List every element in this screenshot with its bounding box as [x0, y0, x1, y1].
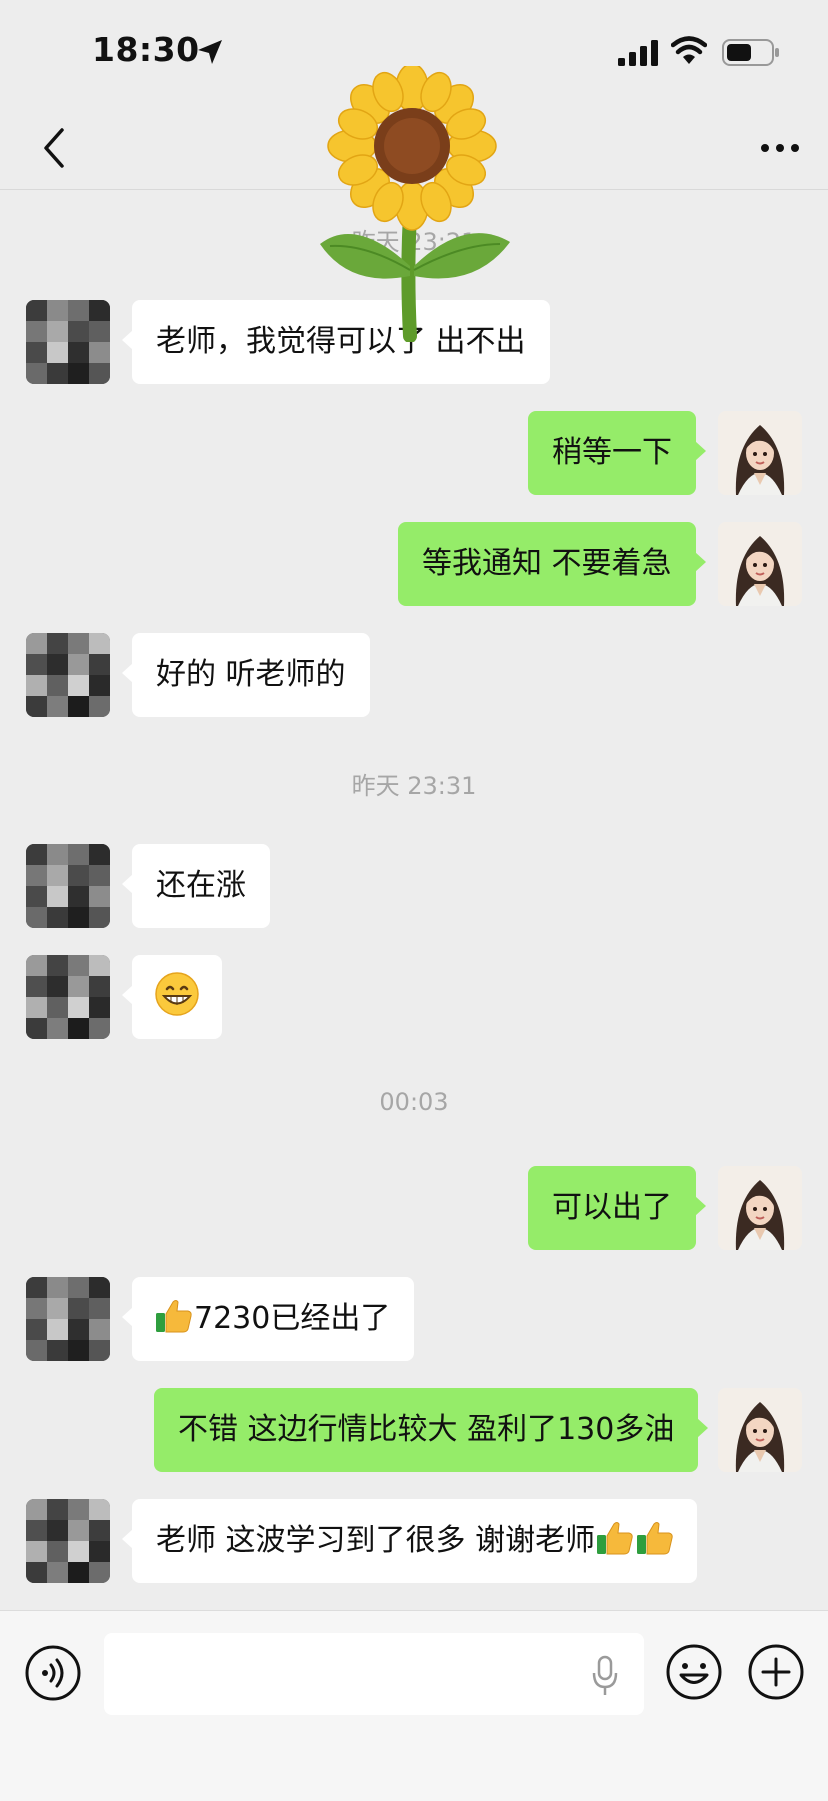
plus-icon[interactable] [746, 1642, 806, 1702]
user-avatar[interactable] [718, 1388, 802, 1472]
message-text: 不错 这边行情比较大 盈利了130多油 [178, 1412, 675, 1447]
sunflower-sticker [320, 66, 510, 342]
user-avatar[interactable] [718, 1166, 802, 1250]
back-chevron-icon[interactable] [36, 124, 72, 172]
voice-icon[interactable] [24, 1644, 82, 1702]
contact-avatar[interactable] [26, 1499, 110, 1583]
battery-icon [722, 39, 779, 66]
contact-avatar[interactable] [26, 955, 110, 1039]
emoji-icon[interactable] [664, 1642, 724, 1702]
microphone-icon[interactable] [590, 1655, 620, 1697]
location-arrow-icon [198, 40, 222, 64]
message-text: 稍等一下 [552, 435, 672, 470]
user-avatar[interactable] [718, 411, 802, 495]
input-bar [0, 1610, 828, 1801]
thumbs-up-icon [154, 1296, 194, 1336]
outgoing-message-bubble[interactable]: 等我通知 不要着急 [398, 522, 706, 606]
incoming-message-bubble[interactable]: 老师 这波学习到了很多 谢谢老师 [121, 1499, 698, 1583]
message-text: 7230已经出了 [194, 1301, 391, 1336]
status-time: 18:30 [92, 30, 200, 69]
outgoing-message-bubble[interactable]: 稍等一下 [528, 411, 706, 495]
outgoing-message-bubble[interactable]: 可以出了 [528, 1166, 706, 1250]
thumbs-up-icon [635, 1518, 675, 1558]
incoming-message-bubble[interactable]: 7230已经出了 [121, 1277, 415, 1361]
message-text: 可以出了 [552, 1190, 672, 1225]
cellular-signal-icon [618, 40, 658, 66]
user-avatar[interactable] [718, 522, 802, 606]
contact-avatar[interactable] [26, 300, 110, 384]
incoming-message-bubble[interactable]: 好的 听老师的 [122, 633, 370, 717]
contact-avatar[interactable] [26, 1277, 110, 1361]
message-text: 老师 这波学习到了很多 谢谢老师 [156, 1523, 596, 1558]
incoming-message-bubble[interactable]: 还在涨 [122, 844, 270, 928]
more-dots-icon[interactable] [756, 126, 804, 170]
message-text: 还在涨 [156, 868, 246, 903]
wifi-icon [671, 36, 707, 64]
contact-avatar[interactable] [26, 633, 110, 717]
outgoing-message-bubble[interactable]: 不错 这边行情比较大 盈利了130多油 [154, 1388, 709, 1472]
message-text: 好的 听老师的 [156, 657, 346, 692]
message-text: 等我通知 不要着急 [422, 546, 672, 581]
timestamp: 昨天 23:31 [351, 772, 477, 800]
incoming-emoji-bubble[interactable] [122, 955, 222, 1039]
contact-avatar[interactable] [26, 844, 110, 928]
message-input[interactable] [104, 1633, 644, 1715]
grinning-face-icon [155, 971, 199, 1016]
thumbs-up-icon [595, 1518, 635, 1558]
timestamp: 00:03 [379, 1088, 449, 1116]
